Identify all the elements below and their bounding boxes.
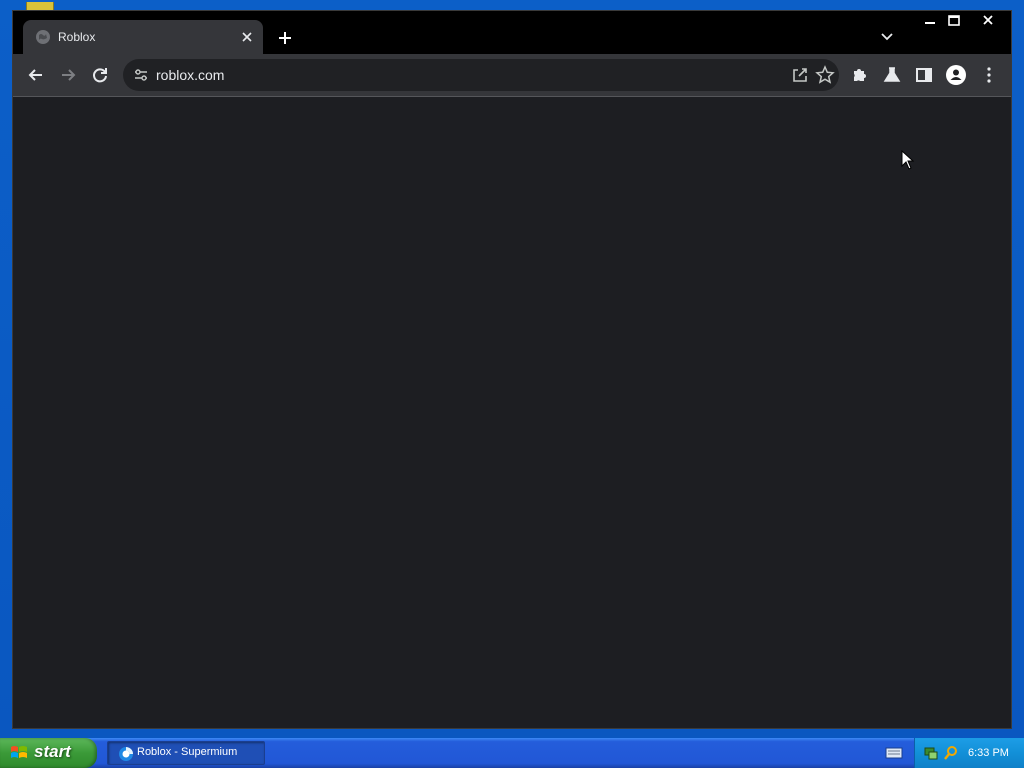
url-text[interactable]: roblox.com — [156, 67, 224, 83]
tab-title: Roblox — [58, 30, 96, 44]
supermium-icon — [119, 747, 133, 761]
arrow-right-icon[interactable] — [55, 62, 81, 88]
chevron-down-icon[interactable] — [877, 26, 897, 46]
side-panel-icon[interactable] — [911, 62, 937, 88]
taskbar: start Roblox - Supermium 6:33 PM — [0, 738, 1024, 768]
puzzle-icon[interactable] — [847, 62, 873, 88]
tune-icon[interactable] — [133, 67, 149, 83]
arrow-left-icon[interactable] — [23, 62, 49, 88]
taskbar-item-supermium[interactable]: Roblox - Supermium — [107, 741, 265, 765]
page-content — [13, 97, 1011, 728]
taskbar-item-label: Roblox - Supermium — [137, 746, 238, 758]
reload-icon[interactable] — [87, 62, 113, 88]
keyboard-icon[interactable] — [885, 747, 903, 759]
share-icon[interactable] — [789, 64, 811, 86]
browser-window: Roblox roblox.com — [12, 10, 1012, 729]
minimize-icon[interactable] — [917, 11, 943, 31]
mouse-cursor-icon — [901, 150, 915, 170]
network-icon[interactable] — [923, 745, 939, 761]
clock: 6:33 PM — [968, 747, 1009, 759]
flask-icon[interactable] — [879, 62, 905, 88]
plus-icon[interactable] — [273, 26, 297, 50]
search-icon[interactable] — [943, 745, 959, 761]
kebab-menu-icon[interactable] — [976, 62, 1002, 88]
tab-close-icon[interactable] — [237, 27, 257, 47]
profile-icon[interactable] — [943, 62, 969, 88]
globe-icon — [36, 30, 50, 44]
system-tray: 6:33 PM — [914, 738, 1024, 768]
windows-logo-icon — [11, 746, 27, 758]
tab-roblox[interactable]: Roblox — [23, 20, 263, 54]
close-icon[interactable] — [975, 11, 1001, 31]
start-label: start — [34, 742, 71, 761]
start-button[interactable]: start — [0, 738, 97, 768]
toolbar: roblox.com — [13, 54, 1011, 97]
address-bar[interactable]: roblox.com — [123, 59, 839, 91]
maximize-icon[interactable] — [941, 11, 967, 31]
tab-strip: Roblox — [13, 11, 1011, 54]
star-icon[interactable] — [814, 64, 836, 86]
